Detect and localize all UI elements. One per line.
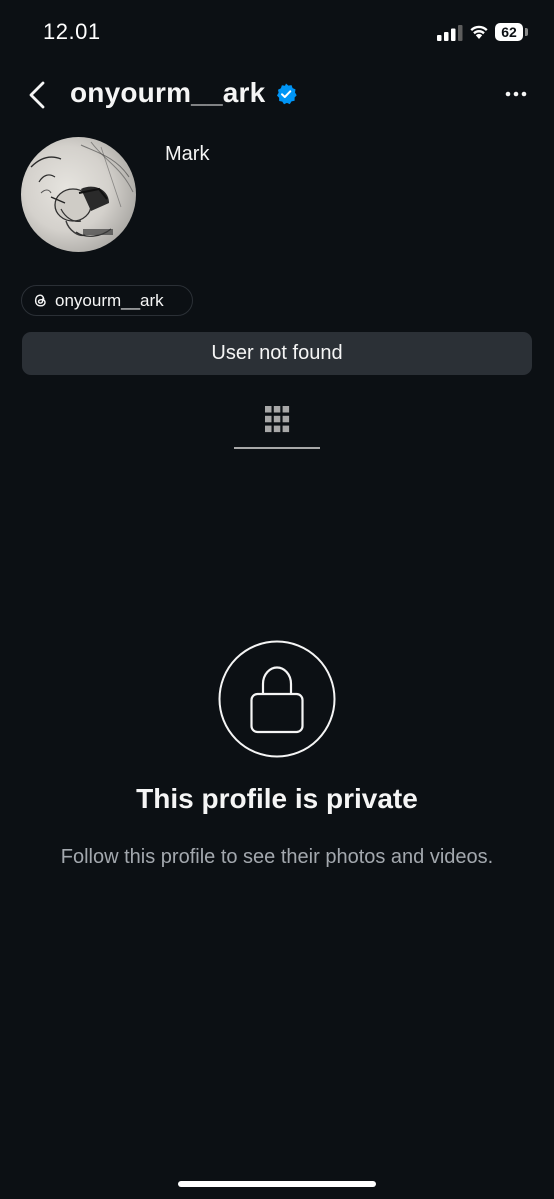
cellular-signal-icon: [437, 25, 463, 41]
status-time: 12.01: [43, 19, 101, 44]
private-profile-title: This profile is private: [136, 783, 418, 814]
more-horizontal-icon[interactable]: [503, 84, 529, 104]
threads-link-button[interactable]: onyourm__ark: [21, 285, 193, 316]
profile-display-name: Mark: [165, 143, 210, 165]
battery-cap: [525, 28, 528, 36]
verified-badge-icon: [277, 83, 297, 105]
user-not-found-button[interactable]: User not found: [22, 332, 532, 375]
avatar-sketch-image: [30, 141, 134, 237]
grid-icon[interactable]: [264, 405, 290, 435]
private-profile-subtitle: Follow this profile to see their photos …: [60, 846, 494, 868]
battery-icon: 62: [495, 23, 523, 41]
threads-icon: [34, 294, 46, 307]
tab-active-indicator: [234, 447, 320, 449]
chevron-left-icon[interactable]: [26, 80, 48, 110]
wifi-icon: [470, 25, 488, 39]
threads-handle: onyourm__ark: [55, 290, 164, 310]
lock-icon: [218, 640, 336, 758]
header-username: onyourm__ark: [70, 77, 266, 108]
home-indicator[interactable]: [178, 1181, 376, 1187]
avatar[interactable]: [21, 137, 136, 252]
